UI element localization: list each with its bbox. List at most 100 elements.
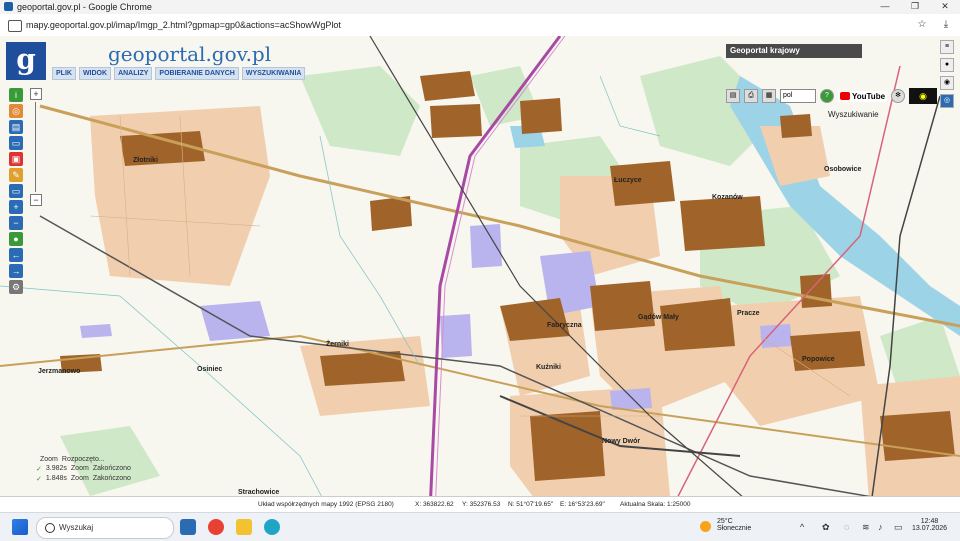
pin-icon[interactable]: ● [940,58,954,72]
info-icon[interactable]: i [9,88,23,102]
map-canvas[interactable]: Złotniki Łuczyce Kozanów Osobowice Fabry… [0,36,960,512]
chevron-up-icon[interactable]: ^ [800,522,804,532]
edge-icon[interactable] [264,519,280,535]
weather-widget[interactable]: 25°C Słonecznie [700,518,751,532]
place-label: Gądów Mały [638,314,679,321]
youtube-play-icon [840,92,850,100]
place-label: Fabryczna [547,322,582,329]
chrome-icon[interactable] [208,519,224,535]
copilot-icon[interactable]: ◌ [844,522,849,532]
coord-x: X: 363822.62 [415,501,454,508]
coord-y: Y: 352376.53 [462,501,501,508]
place-label: Osiniec [197,366,223,373]
search-panel-label[interactable]: Wyszukiwanie [828,110,924,122]
battery-icon[interactable]: ▭ [894,522,903,533]
geoportal-logo: g [6,42,46,80]
language-select[interactable]: pol [780,89,816,103]
place-label: Żerniki [326,341,349,348]
taskbar-search[interactable]: Wyszukaj [36,517,174,539]
place-label: Kuźniki [536,364,561,371]
search-icon [45,523,55,533]
forward-arrow-icon[interactable]: → [9,264,23,278]
restore-button[interactable]: ❐ [900,1,930,13]
menu-plik[interactable]: PLIK [52,67,76,80]
place-label: Jerzmanowo [38,368,81,375]
accessibility-icon[interactable]: ✻ [891,89,906,103]
place-label: Kozanów [712,194,743,201]
youtube-link[interactable]: YouTube [838,90,888,102]
main-menu: PLIK WIDOK ANALIZY POBIERANIE DANYCH WYS… [52,67,306,80]
panel-title[interactable]: Geoportal krajowy [726,44,862,58]
volume-icon[interactable]: ♪ [878,522,883,532]
place-label: Złotniki [133,157,158,164]
log-row: ✓ 1.848s Zoom Zakończono [36,475,131,483]
place-label: Osobowice [824,166,862,173]
topographic-map [0,36,960,512]
log-row: Zoom Rozpoczęto... [40,456,105,463]
back-arrow-icon[interactable]: ← [9,248,23,262]
eye-icon[interactable]: ◉ [940,76,954,90]
wifi-icon[interactable]: ≋ [862,522,870,533]
menu-analizy[interactable]: ANALIZY [114,67,153,80]
map-icon[interactable]: ▦ [762,89,776,103]
log-row: ✓ 3.982s Zoom Zakończono [36,465,131,473]
window-title: geoportal.gov.pl - Google Chrome [17,2,152,12]
brand-title: geoportal.gov.pl [108,42,272,66]
clock[interactable]: 12:48 13.07.2026 [912,518,947,532]
favicon-icon [4,2,13,11]
address-bar[interactable]: mapy.geoportal.gov.pl/imap/Imgp_2.html?g… [0,14,960,37]
place-label: Pracze [737,310,760,317]
zoom-out-icon[interactable]: − [9,216,23,230]
menu-pobieranie-danych[interactable]: POBIERANIE DANYCH [155,67,239,80]
list-icon[interactable]: ▤ [726,89,740,103]
select-icon[interactable]: ▭ [9,136,23,150]
windows-start-icon[interactable] [12,519,28,535]
check-icon: ✓ [36,476,42,483]
printer-icon[interactable]: ⎙ [744,89,758,103]
close-button[interactable]: ✕ [930,1,960,13]
print-icon[interactable]: ▣ [9,152,23,166]
menu-wyszukiwania[interactable]: WYSZUKIWANIA [241,67,306,80]
check-icon: ✓ [36,466,42,473]
zoom-controls: + − [30,88,42,208]
zoom-plus-button[interactable]: + [30,88,42,100]
window-title-bar: geoportal.gov.pl - Google Chrome — ❐ ✕ [0,0,960,14]
download-icon[interactable]: ⤓ [940,19,952,31]
globe-icon[interactable]: ● [9,232,23,246]
minimize-button[interactable]: — [870,1,900,13]
file-explorer-icon[interactable] [236,519,252,535]
place-label: Popowice [802,356,835,363]
bookmark-star-icon[interactable]: ☆ [916,19,928,31]
zoom-minus-button[interactable]: − [30,194,42,206]
view-icon[interactable]: ◎ [940,94,954,108]
right-tool-column: ≡ ● ◉ ◎ [940,40,956,112]
site-info-icon[interactable] [8,20,22,32]
top-right-toolbar: ▤ ⎙ ▦ pol ? YouTube ✻ ◉ [726,87,938,105]
place-label: Łuczyce [614,177,642,184]
settings-icon[interactable]: ⚙ [9,280,23,294]
app-tray-icon[interactable]: ✿ [822,522,830,533]
url-text[interactable]: mapy.geoportal.gov.pl/imap/Imgp_2.html?g… [26,20,341,30]
crs-text: Układ współrzędnych mapy 1992 (EPSG 2180… [258,501,394,508]
taskbar: Wyszukaj 25°C Słonecznie ^ ✿ ◌ ≋ ♪ ▭ 12:… [0,512,960,541]
scale-text: Aktualna Skala: 1:25000 [620,501,691,508]
zoom-slider[interactable] [35,102,36,192]
sun-icon [700,521,711,532]
coord-e: E: 16°53'23.69" [560,501,605,508]
operation-log: Zoom Rozpoczęto... ✓ 3.982s Zoom Zakończono … [36,456,131,485]
pencil-icon[interactable]: ✎ [9,168,23,182]
zoom-in-icon[interactable]: + [9,200,23,214]
document-icon[interactable]: ▤ [9,120,23,134]
contrast-eye-icon[interactable]: ◉ [909,88,938,104]
coord-n: N: 51°07'19.65" [508,501,554,508]
layers-toggle-icon[interactable]: ≡ [940,40,954,54]
layers-icon[interactable]: ◎ [9,104,23,118]
place-label: Nowy Dwór [602,438,641,445]
ruler-icon[interactable]: ▭ [9,184,23,198]
tool-column: i ◎ ▤ ▭ ▣ ✎ ▭ + − ● ← → ⚙ [9,88,27,296]
help-icon[interactable]: ? [820,89,834,103]
place-label: Strachowice [238,489,280,496]
outlook-icon[interactable] [180,519,196,535]
menu-widok[interactable]: WIDOK [78,67,112,80]
map-status-bar: Układ współrzędnych mapy 1992 (EPSG 2180… [0,496,960,513]
